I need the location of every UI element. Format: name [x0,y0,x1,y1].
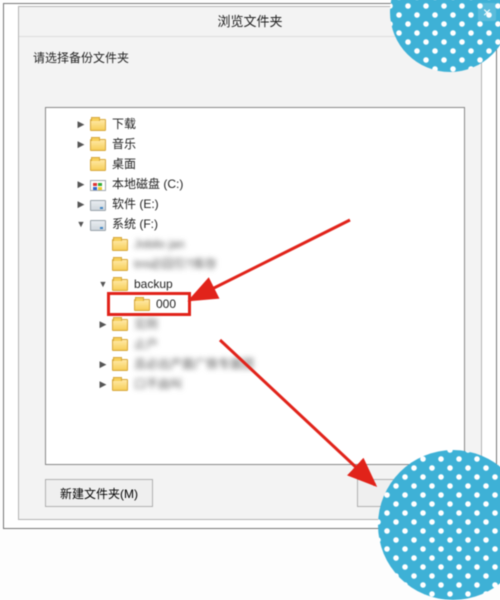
chevron-right-icon[interactable]: ▶ [96,377,110,391]
tree-item[interactable]: 000 [46,294,464,314]
tree-item[interactable]: tmi必回引?库存 [46,254,464,274]
tree-item-label: 000 [154,294,176,314]
chevron-down-icon[interactable]: ▼ [96,277,110,291]
tree-item[interactable]: ▶ 软件 (E:) [46,194,464,214]
folder-icon [112,279,128,291]
folder-icon [112,239,128,251]
tree-item-label: 桌面 [110,154,136,174]
drive-icon [90,200,106,211]
tree-item[interactable]: ▶ 且必出产面广铁专面团 [46,354,464,374]
folder-icon [112,259,128,271]
tree-item-label: backup [132,274,173,294]
tree-item[interactable]: 桌面 [46,154,464,174]
tree-item-label: 本地磁盘 (C:) [110,174,183,194]
tree-item[interactable]: ▶ 音乐 [46,134,464,154]
tree-item-label: 系统 (F:) [110,214,158,234]
tree-item-label: 见则 [132,314,158,334]
tree-item[interactable]: ▶ 口不由叫 [46,374,464,394]
folder-icon [112,359,128,371]
tree-item-label: Jobilo jan [132,234,185,254]
chevron-right-icon[interactable]: ▶ [74,177,88,191]
windows-drive-icon [90,180,106,191]
tree-twist-empty [96,257,110,271]
tree-item-label: 止户 [132,334,158,354]
tree-item-label: 下载 [110,114,136,134]
tree-item-label: tmi必回引?库存 [132,254,217,274]
tree-item-label: 且必出产面广铁专面团 [132,354,254,374]
chevron-right-icon[interactable]: ▶ [96,357,110,371]
folder-icon [90,139,106,151]
folder-icon [112,319,128,331]
tree-item[interactable]: Jobilo jan [46,234,464,254]
tree-item-label: 音乐 [110,134,136,154]
new-folder-button[interactable]: 新建文件夹(M) [45,479,153,507]
tree-twist-empty [118,297,132,311]
tree-item[interactable]: ▼ backup [46,274,464,294]
chevron-right-icon[interactable]: ▶ [96,317,110,331]
folder-icon [112,379,128,391]
tree-item[interactable]: ▶ 下载 [46,114,464,134]
folder-icon [90,159,106,171]
tree-item[interactable]: ▶ 本地磁盘 (C:) [46,174,464,194]
folder-icon [90,119,106,131]
tree-item-label: 软件 (E:) [110,194,159,214]
chevron-down-icon[interactable]: ▼ [74,217,88,231]
folder-icon [112,339,128,351]
tree-item[interactable]: ▼ 系统 (F:) [46,214,464,234]
chevron-right-icon[interactable]: ▶ [74,117,88,131]
close-icon[interactable]: × [478,3,496,21]
folder-icon [134,299,150,311]
tree-item[interactable]: 止户 [46,334,464,354]
folder-browse-dialog: 浏览文件夹 请选择备份文件夹 ▶下载▶音乐桌面▶本地磁盘 (C:)▶软件 (E:… [18,6,482,520]
chevron-right-icon[interactable]: ▶ [74,137,88,151]
tree-item[interactable]: ▶ 见则 [46,314,464,334]
tree-item-label: 口不由叫 [132,374,182,394]
tree-twist-empty [74,157,88,171]
chevron-right-icon[interactable]: ▶ [74,197,88,211]
tree-twist-empty [96,337,110,351]
folder-tree[interactable]: ▶ 下载 ▶ 音乐桌面 ▶ 本地磁盘 (C:) ▶ 软件 (E:) ▼ 系统 (F:)Jobilo… [45,107,465,465]
tree-twist-empty [96,237,110,251]
drive-icon [90,220,106,231]
